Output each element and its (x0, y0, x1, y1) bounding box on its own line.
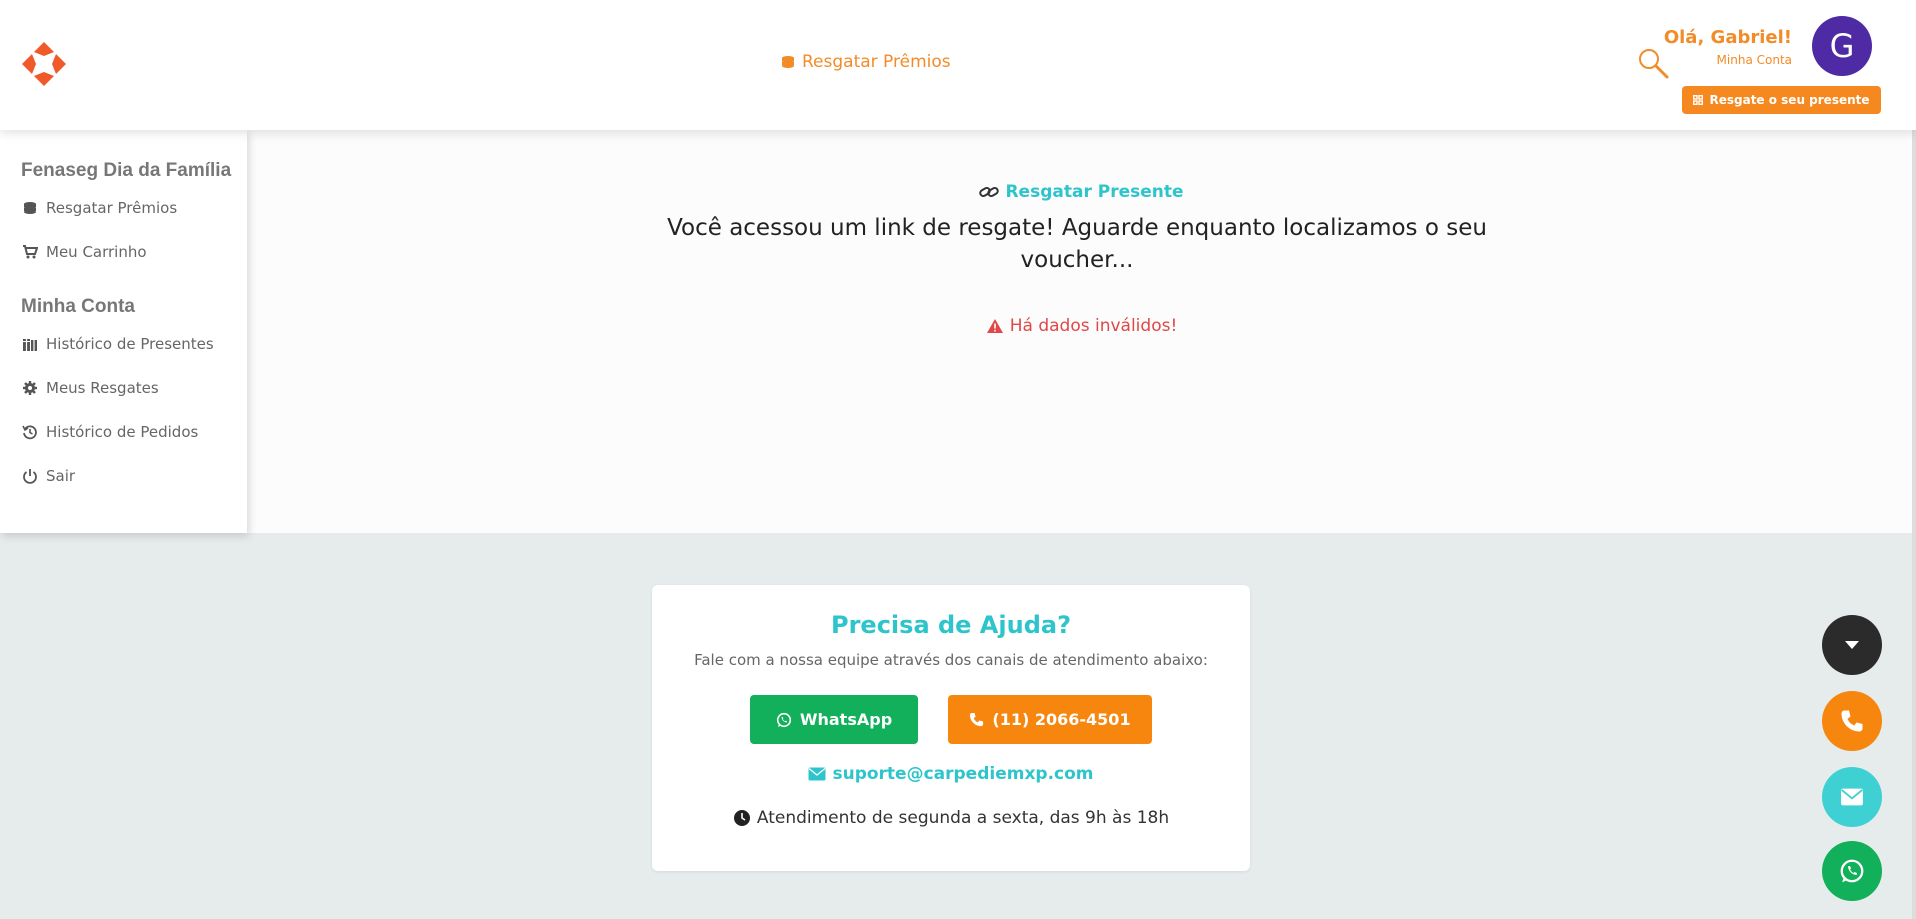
error-message: Há dados inválidos! (247, 316, 1916, 336)
sidebar-item-label: Sair (46, 467, 76, 485)
sidebar-item-resgatar-premios[interactable]: Resgatar Prêmios (0, 186, 247, 230)
cart-icon (23, 245, 38, 259)
redeem-gift-button[interactable]: Resgate o seu presente (1682, 86, 1881, 114)
support-hours: Atendimento de segunda a sexta, das 9h à… (652, 808, 1250, 828)
redeem-message: Você acessou um link de resgate! Aguarde… (667, 215, 1487, 273)
sidebar-item-historico-pedidos[interactable]: Histórico de Pedidos (0, 410, 247, 454)
support-hours-text: Atendimento de segunda a sexta, das 9h à… (756, 808, 1170, 828)
redeem-title: Resgatar Presente (247, 182, 1916, 202)
sidebar-item-label: Meu Carrinho (46, 243, 147, 261)
error-message-text: Há dados inválidos! (1009, 316, 1178, 336)
clock-icon (733, 810, 750, 826)
history-icon (22, 425, 37, 440)
avatar[interactable]: G (1812, 16, 1872, 76)
help-subtitle: Fale com a nossa equipe através dos cana… (694, 651, 1208, 669)
whatsapp-icon (1840, 859, 1864, 883)
user-greeting: Olá, Gabriel! Minha Conta (1664, 27, 1792, 67)
envelope-icon (808, 767, 826, 781)
help-card: Precisa de Ajuda? Fale com a nossa equip… (652, 585, 1250, 871)
help-title: Precisa de Ajuda? (831, 611, 1071, 639)
power-icon (23, 469, 37, 484)
phone-label: (11) 2066-4501 (992, 710, 1131, 729)
sidebar-item-historico-presentes[interactable]: Histórico de Presentes (0, 322, 247, 366)
support-email-text: suporte@carpediemxp.com (832, 764, 1094, 784)
floating-whatsapp-button[interactable] (1822, 841, 1882, 901)
sidebar-item-sair[interactable]: Sair (0, 454, 247, 498)
phone-icon (970, 712, 984, 727)
page-scrollbar[interactable] (1912, 0, 1916, 919)
grid-icon (1693, 95, 1704, 105)
whatsapp-label: WhatsApp (799, 710, 893, 729)
redeem-button-label: Resgate o seu presente (1709, 93, 1870, 107)
support-email-link[interactable]: suporte@carpediemxp.com (652, 764, 1250, 784)
nav-link-label: Resgatar Prêmios (802, 52, 951, 72)
top-header: Resgatar Prêmios Olá, Gabriel! Minha Con… (0, 0, 1916, 130)
footer-area: Precisa de Ajuda? Fale com a nossa equip… (0, 533, 1916, 919)
warning-icon (986, 319, 1003, 333)
greeting-text: Olá, Gabriel! (1663, 27, 1792, 48)
account-link[interactable]: Minha Conta (1664, 53, 1792, 67)
whatsapp-icon (776, 712, 791, 727)
collapse-contacts-button[interactable] (1822, 615, 1882, 675)
sidebar-item-label: Meus Resgates (46, 379, 159, 397)
sidebar-section-title: Minha Conta (21, 296, 135, 317)
redeem-title-text: Resgatar Presente (1005, 182, 1184, 202)
sidebar-item-meu-carrinho[interactable]: Meu Carrinho (0, 230, 247, 274)
caret-down-icon (1845, 641, 1859, 649)
coins-icon (24, 202, 36, 214)
gear-icon (23, 381, 37, 395)
sidebar-section-title: Fenaseg Dia da Família (21, 160, 232, 181)
floating-email-button[interactable] (1822, 767, 1882, 827)
sidebar-item-meus-resgates[interactable]: Meus Resgates (0, 366, 247, 410)
coins-icon (782, 56, 794, 68)
phone-icon (1841, 710, 1863, 732)
contact-buttons: WhatsApp (11) 2066-4501 (652, 695, 1250, 744)
sidebar-item-label: Histórico de Pedidos (46, 423, 199, 441)
floating-phone-button[interactable] (1822, 691, 1882, 751)
sidebar-item-label: Resgatar Prêmios (46, 199, 178, 217)
sidebar: Fenaseg Dia da Família Resgatar Prêmios … (0, 130, 247, 533)
sidebar-item-label: Histórico de Presentes (46, 335, 214, 353)
envelope-icon (1841, 788, 1863, 806)
brand-logo[interactable] (20, 40, 68, 88)
phone-button[interactable]: (11) 2066-4501 (948, 695, 1152, 744)
link-icon (979, 187, 1000, 197)
nav-resgatar-premios[interactable]: Resgatar Prêmios (780, 52, 951, 72)
gifts-icon (23, 339, 37, 351)
main-content: Resgatar Presente Você acessou um link d… (247, 130, 1916, 533)
whatsapp-button[interactable]: WhatsApp (750, 695, 918, 744)
